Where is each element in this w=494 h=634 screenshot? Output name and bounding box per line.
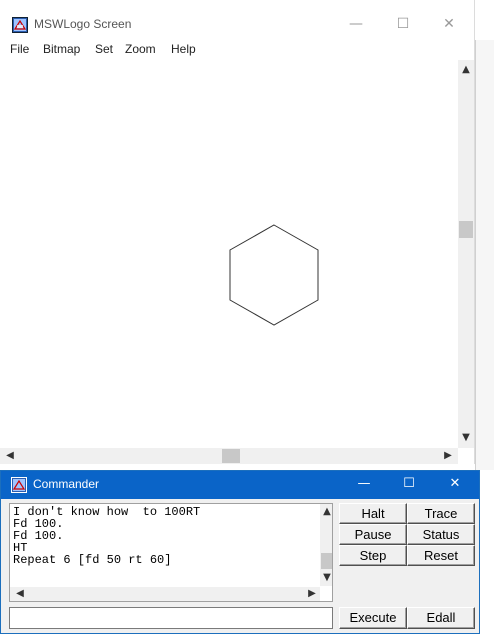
commander-window: Commander — ☐ ✕ I don't know how to 100R… <box>0 470 480 634</box>
minimize-button[interactable]: — <box>346 16 366 32</box>
history-line: Repeat 6 [fd 50 rt 60] <box>13 553 172 567</box>
scroll-up-icon[interactable]: ▲ <box>458 64 474 75</box>
background-window-edge <box>475 40 494 470</box>
mswlogo-screen-window: MSWLogo Screen — ☐ ✕ File Bitmap Set Zoo… <box>0 0 475 464</box>
history-horizontal-scrollbar[interactable] <box>10 587 320 601</box>
history-scroll-right-icon[interactable]: ▶ <box>304 588 320 599</box>
edall-button[interactable]: Edall <box>407 607 475 629</box>
history-scroll-left-icon[interactable]: ◀ <box>12 588 28 599</box>
menu-bar: File Bitmap Set Zoom Help <box>0 42 474 60</box>
reset-button[interactable]: Reset <box>407 545 475 566</box>
halt-button[interactable]: Halt <box>339 503 407 524</box>
history-scroll-thumb[interactable] <box>321 553 332 569</box>
maximize-button[interactable]: ☐ <box>393 16 413 32</box>
scroll-down-icon[interactable]: ▼ <box>458 432 474 443</box>
close-button[interactable]: ✕ <box>439 16 459 32</box>
commander-maximize-button[interactable]: ☐ <box>399 476 419 491</box>
menu-zoom[interactable]: Zoom <box>125 42 156 56</box>
menu-bitmap[interactable]: Bitmap <box>43 42 80 56</box>
commander-title: Commander <box>33 477 100 491</box>
title-bar[interactable]: MSWLogo Screen — ☐ ✕ <box>0 0 474 36</box>
mswlogo-app-icon <box>12 17 28 33</box>
scroll-left-icon[interactable]: ◀ <box>2 450 18 461</box>
mswlogo-app-icon <box>11 477 27 493</box>
status-button[interactable]: Status <box>407 524 475 545</box>
scroll-right-icon[interactable]: ▶ <box>440 450 456 461</box>
command-history[interactable]: I don't know how to 100RT Fd 100. Fd 100… <box>9 503 333 602</box>
history-scroll-down-icon[interactable]: ▼ <box>319 572 332 583</box>
menu-help[interactable]: Help <box>171 42 196 56</box>
horizontal-scroll-thumb[interactable] <box>222 449 240 463</box>
trace-button[interactable]: Trace <box>407 503 475 524</box>
execute-button[interactable]: Execute <box>339 607 407 629</box>
hexagon-shape <box>229 224 319 326</box>
vertical-scrollbar[interactable] <box>458 60 474 448</box>
vertical-scroll-thumb[interactable] <box>459 221 473 238</box>
menu-set[interactable]: Set <box>95 42 113 56</box>
menu-file[interactable]: File <box>10 42 29 56</box>
pause-button[interactable]: Pause <box>339 524 407 545</box>
command-input[interactable] <box>9 607 333 629</box>
step-button[interactable]: Step <box>339 545 407 566</box>
commander-minimize-button[interactable]: — <box>354 476 374 491</box>
commander-close-button[interactable]: ✕ <box>445 476 465 491</box>
history-scroll-up-icon[interactable]: ▲ <box>319 506 332 517</box>
commander-title-bar[interactable]: Commander — ☐ ✕ <box>1 471 479 499</box>
drawing-canvas[interactable] <box>0 60 458 448</box>
turtle-graphics <box>229 224 319 326</box>
window-title: MSWLogo Screen <box>34 17 132 31</box>
